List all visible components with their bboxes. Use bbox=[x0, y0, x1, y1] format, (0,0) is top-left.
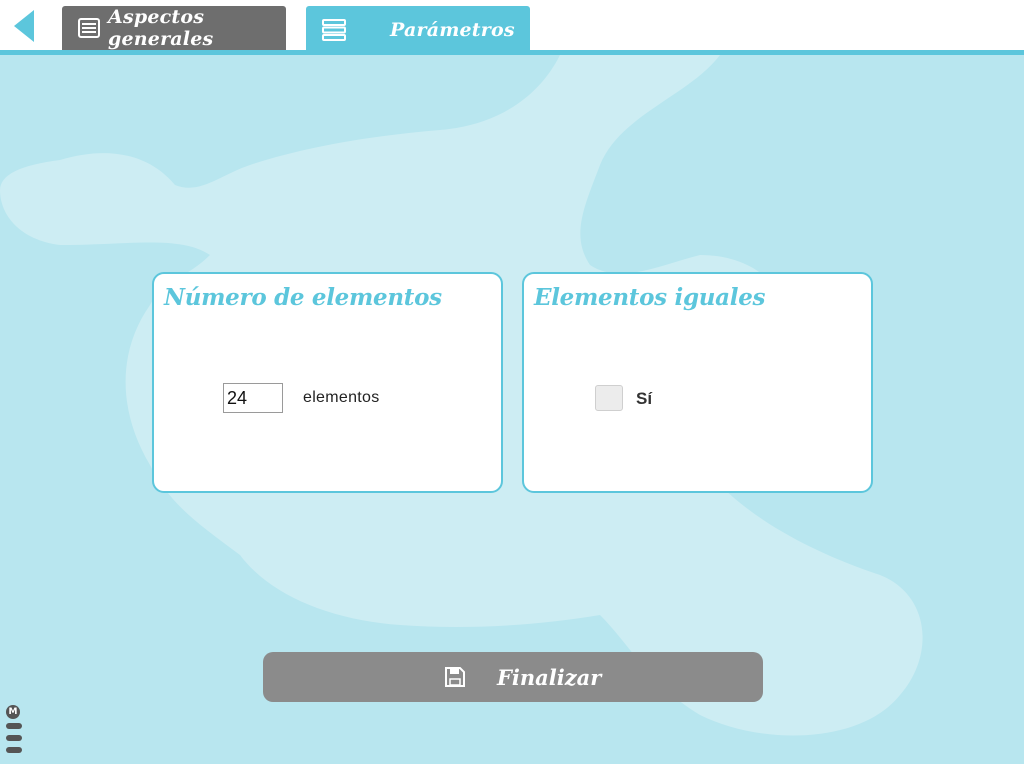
menu-bar-2[interactable] bbox=[6, 735, 22, 741]
back-button[interactable] bbox=[8, 8, 38, 44]
back-arrow-icon bbox=[14, 10, 34, 42]
menu-bar-1[interactable] bbox=[6, 723, 22, 729]
equal-elements-card: Elementos iguales Sí bbox=[522, 272, 873, 493]
tab-general-label: Aspectos generales bbox=[108, 6, 214, 50]
element-count-title: Número de elementos bbox=[164, 284, 442, 311]
element-count-card: Número de elementos elementos bbox=[152, 272, 503, 493]
tab-parameters-label: Parámetros bbox=[390, 19, 515, 41]
element-count-suffix: elementos bbox=[303, 389, 380, 406]
menu-bar-3[interactable] bbox=[6, 747, 22, 753]
equal-elements-checkbox[interactable] bbox=[595, 385, 623, 411]
element-count-input[interactable] bbox=[223, 383, 283, 413]
equal-elements-title: Elementos iguales bbox=[534, 284, 766, 311]
m-badge[interactable]: M bbox=[6, 705, 20, 719]
equal-elements-checkbox-label: Sí bbox=[636, 389, 653, 408]
tab-parameters[interactable]: Parámetros bbox=[306, 6, 530, 54]
tab-general-aspects[interactable]: Aspectos generales bbox=[62, 6, 286, 50]
save-icon bbox=[443, 665, 467, 689]
top-bar: Aspectos generales Parámetros bbox=[0, 0, 1024, 54]
finish-button[interactable]: Finalizar bbox=[263, 652, 763, 702]
rows-icon bbox=[322, 18, 346, 42]
list-icon bbox=[78, 16, 100, 40]
finish-label: Finalizar bbox=[497, 664, 602, 690]
